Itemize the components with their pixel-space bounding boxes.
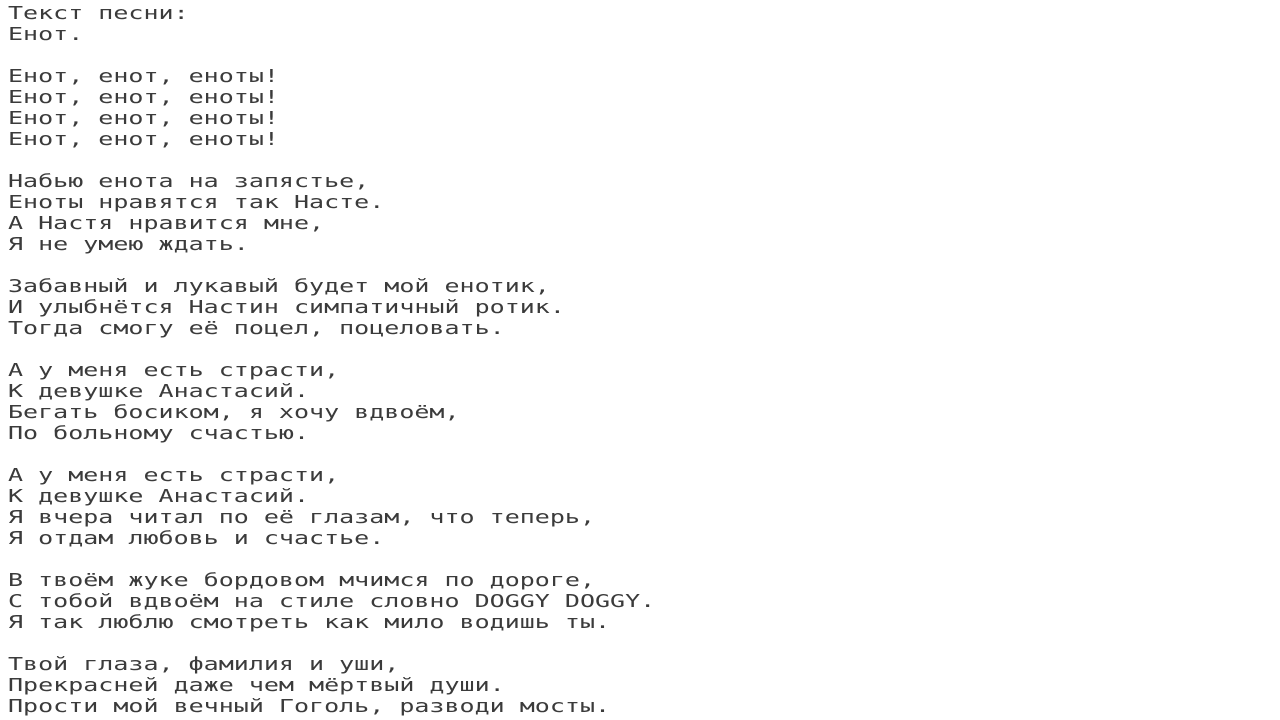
lyrics-line: А Настя нравится мне,: [8, 213, 325, 234]
lyrics-line: А у меня есть страсти,: [8, 360, 340, 381]
lyrics-line: А у меня есть страсти,: [8, 465, 340, 486]
lyrics-blank-line: [8, 549, 23, 570]
lyrics-line: В твоём жуке бордовом мчимся по дороге,: [8, 570, 595, 591]
lyrics-line: Енот, енот, еноты!: [8, 87, 279, 108]
lyrics-line: Текст песни:: [8, 3, 189, 24]
lyrics-line: Я так люблю смотреть как мило водишь ты.: [8, 612, 611, 633]
lyrics-blank-line: [8, 45, 23, 66]
lyrics-line: Енот.: [8, 24, 84, 45]
lyrics-blank-line: [8, 255, 23, 276]
lyrics-blank-line: [8, 444, 23, 465]
lyrics-line: С тобой вдвоём на стиле словно DOGGY DOG…: [8, 591, 656, 612]
lyrics-line: Еноты нравятся так Насте.: [8, 192, 385, 213]
lyrics-blank-line: [8, 339, 23, 360]
lyrics-line: Прости мой вечный Гоголь, разводи мосты.: [8, 696, 611, 717]
lyrics-line: Прекрасней даже чем мёртвый души.: [8, 675, 505, 696]
lyrics-line: К девушке Анастасий.: [8, 381, 310, 402]
lyrics-line: Набью енота на запястье,: [8, 171, 370, 192]
lyrics-line: Тогда смогу её поцел, поцеловать.: [8, 318, 505, 339]
lyrics-page: Текст песни: Енот. Енот, енот, еноты! Енот…: [0, 0, 1280, 720]
lyrics-line: Енот, енот, еноты!: [8, 108, 279, 129]
lyrics-line: К девушке Анастасий.: [8, 486, 310, 507]
lyrics-line: Я отдам любовь и счастье.: [8, 528, 385, 549]
lyrics-line: По больному счастью.: [8, 423, 310, 444]
lyrics-line: Я вчера читал по её глазам, что теперь,: [8, 507, 595, 528]
lyrics-line: Я не умею ждать.: [8, 234, 249, 255]
lyrics-blank-line: [8, 633, 23, 654]
lyrics-line: Бегать босиком, я хочу вдвоём,: [8, 402, 460, 423]
lyrics-line: Енот, енот, еноты!: [8, 66, 279, 87]
lyrics-line: Твой глаза, фамилия и уши,: [8, 654, 400, 675]
lyrics-blank-line: [8, 150, 23, 171]
lyrics-line: Забавный и лукавый будет мой енотик,: [8, 276, 550, 297]
lyrics-line: Енот, енот, еноты!: [8, 129, 279, 150]
lyrics-line: И улыбнётся Настин симпатичный ротик.: [8, 297, 565, 318]
